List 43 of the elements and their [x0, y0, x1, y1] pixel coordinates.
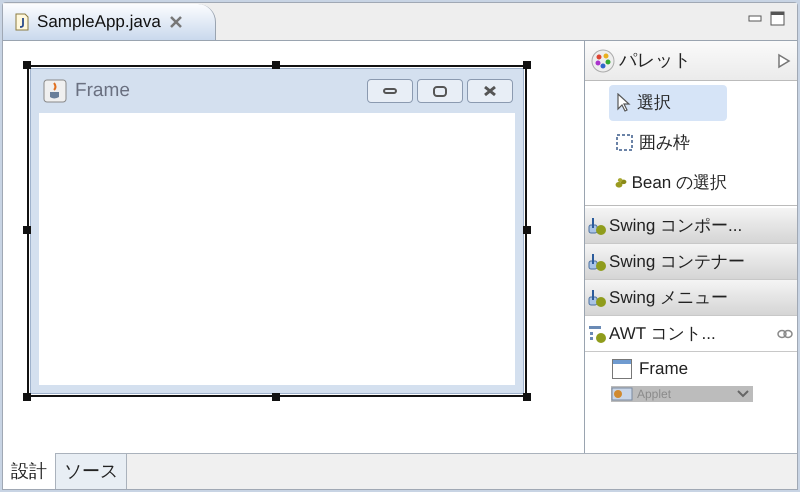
close-button[interactable]	[467, 79, 513, 103]
palette-icon	[591, 48, 615, 72]
maximize-icon[interactable]	[770, 11, 785, 26]
close-icon	[482, 85, 498, 97]
resize-handle[interactable]	[23, 61, 31, 69]
component-icon	[587, 288, 607, 308]
java-cup-icon	[43, 79, 67, 103]
close-icon[interactable]	[168, 15, 183, 29]
chevron-down-icon[interactable]	[737, 390, 749, 398]
maximize-button[interactable]	[417, 79, 463, 103]
resize-handle[interactable]	[272, 61, 280, 69]
component-icon	[587, 216, 607, 236]
minimize-button[interactable]	[367, 79, 413, 103]
applet-icon	[611, 387, 633, 401]
palette-drawer[interactable]: Swing コンポー...	[585, 208, 797, 244]
editor-mode-tab[interactable]: 設計	[3, 453, 56, 489]
resize-handle[interactable]	[523, 393, 531, 401]
resize-handle[interactable]	[23, 226, 31, 234]
palette-tool[interactable]: 囲み枠	[609, 125, 727, 161]
palette-drawer[interactable]: Swing コンテナー	[585, 244, 797, 280]
awt-component-icon	[587, 324, 607, 344]
pin-icon[interactable]	[777, 328, 793, 338]
resize-handle[interactable]	[272, 393, 280, 401]
minimize-icon[interactable]	[748, 14, 762, 22]
resize-handle[interactable]	[523, 61, 531, 69]
frame-title: Frame	[75, 78, 130, 103]
palette-drawer[interactable]: Swing メニュー	[585, 280, 797, 316]
expand-arrow-icon[interactable]	[777, 52, 791, 68]
marquee-icon	[615, 133, 635, 153]
palette-tool[interactable]: Bean の選択	[609, 165, 727, 201]
component-icon	[587, 252, 607, 272]
arrow-pointer-icon	[615, 93, 633, 113]
tab-title: SampleApp.java	[37, 11, 161, 34]
window-icon	[611, 358, 633, 380]
resize-handle[interactable]	[523, 226, 531, 234]
palette-tool[interactable]: 選択	[609, 85, 727, 121]
java-file-icon	[15, 13, 29, 31]
editor-tab[interactable]: SampleApp.java	[3, 4, 216, 40]
resize-handle[interactable]	[23, 393, 31, 401]
palette-title: パレット	[619, 49, 691, 72]
editor-mode-tab[interactable]: ソース	[56, 454, 127, 489]
palette-item[interactable]: Frame	[585, 352, 797, 386]
frame-window[interactable]: Frame	[30, 68, 524, 394]
